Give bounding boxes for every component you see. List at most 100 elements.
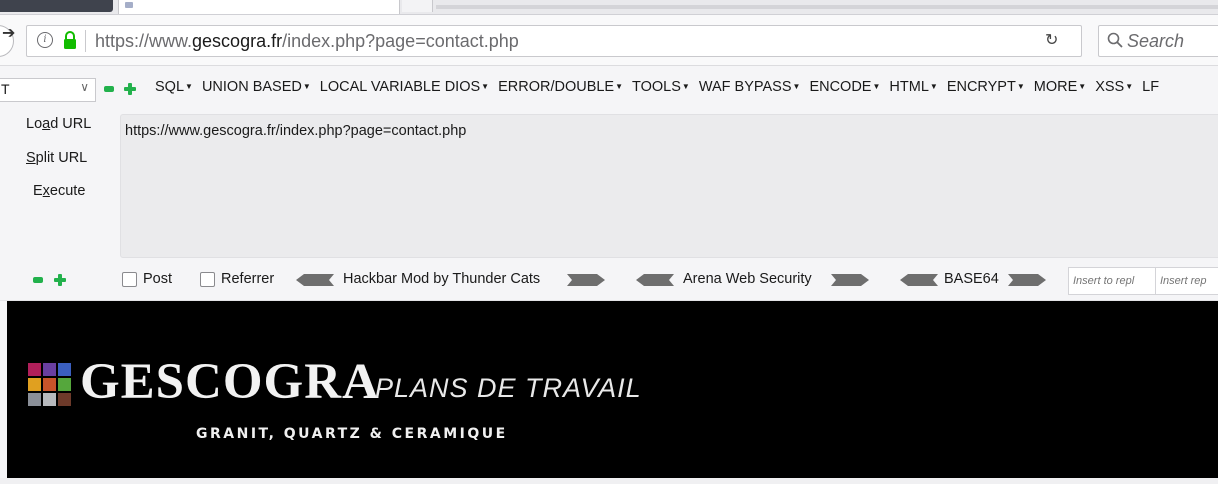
- arrow-left-icon[interactable]: [296, 274, 334, 286]
- hackbar-toolbar: T ∨ SQL▼ UNION BASED▼ LOCAL VARIABLE DIO…: [0, 66, 1218, 110]
- info-icon[interactable]: i: [37, 32, 53, 48]
- menu-label: WAF BYPASS: [698, 79, 792, 95]
- referrer-label: Referrer: [221, 271, 275, 287]
- site-header: GESCOGRA PLANS DE TRAVAIL GRANIT, QUARTZ…: [7, 301, 1218, 478]
- menu-lfi[interactable]: LF: [1142, 79, 1159, 95]
- load-url-button[interactable]: Load URL: [26, 116, 91, 132]
- search-box[interactable]: Search: [1098, 25, 1218, 57]
- menu-xss[interactable]: XSS▼: [1095, 79, 1133, 95]
- arrow-right-icon[interactable]: [567, 274, 605, 286]
- caret-down-icon: ▼: [185, 82, 193, 91]
- url-separator: [85, 30, 86, 52]
- tab-favicon-icon: [125, 2, 133, 8]
- caret-down-icon: ▼: [615, 82, 624, 91]
- menu-encode[interactable]: ENCODE▼: [809, 79, 880, 95]
- back-arrow-icon: ➔: [2, 25, 16, 42]
- search-placeholder: Search: [1127, 31, 1185, 51]
- caret-down-icon: ▼: [872, 82, 881, 91]
- caret-down-icon: ▼: [1125, 82, 1134, 91]
- menu-union-based[interactable]: UNION BASED▼: [202, 79, 311, 95]
- menu-label: SQL: [155, 79, 185, 95]
- menu-sql[interactable]: SQL▼: [155, 79, 193, 95]
- page-gutter: [0, 301, 7, 484]
- plus-icon[interactable]: [124, 83, 136, 95]
- load-url-label-part: d URL: [50, 116, 92, 132]
- url-textarea[interactable]: https://www.gescogra.fr/index.php?page=c…: [120, 114, 1218, 258]
- logo-tagline: PLANS DE TRAVAIL: [375, 373, 642, 403]
- logo-subtitle: GRANIT, QUARTZ & CERAMIQUE: [196, 426, 508, 442]
- minus-icon[interactable]: [33, 277, 43, 283]
- navigation-bar: ➔ i https://www.gescogra.fr/index.php?pa…: [0, 15, 1218, 66]
- menu-label: UNION BASED: [201, 79, 302, 95]
- post-checkbox[interactable]: [122, 272, 137, 287]
- menu-local-variable-dios[interactable]: LOCAL VARIABLE DIOS▼: [320, 79, 489, 95]
- chevron-down-icon: ∨: [80, 80, 89, 94]
- menu-label: LF: [1142, 79, 1160, 95]
- execute-label-part: E: [33, 183, 43, 199]
- hackbar-body: Load URL Split URL Execute https://www.g…: [0, 110, 1218, 260]
- menu-waf-bypass[interactable]: WAF BYPASS▼: [699, 79, 801, 95]
- split-url-accesskey: S: [26, 150, 36, 166]
- menu-label: ENCODE: [809, 79, 872, 95]
- page-bottom-strip: [0, 478, 1218, 484]
- hackbar-options: Post Referrer Hackbar Mod by Thunder Cat…: [0, 260, 1218, 301]
- menu-label: XSS: [1095, 79, 1125, 95]
- caret-down-icon: ▼: [1016, 82, 1025, 91]
- version-select-value: T: [1, 81, 10, 97]
- banner-thunder-cats: Hackbar Mod by Thunder Cats: [343, 271, 541, 287]
- tab-inactive[interactable]: [0, 0, 113, 12]
- caret-down-icon: ▼: [792, 82, 801, 91]
- menu-label: ENCRYPT: [946, 79, 1016, 95]
- execute-label-part: ecute: [49, 183, 86, 199]
- execute-accesskey: x: [42, 183, 50, 199]
- hackbar-menu: SQL▼ UNION BASED▼ LOCAL VARIABLE DIOS▼ E…: [155, 79, 1168, 95]
- load-url-accesskey: a: [42, 116, 51, 132]
- plus-icon[interactable]: [54, 274, 66, 286]
- lock-icon[interactable]: [63, 30, 77, 50]
- menu-label: ERROR/DOUBLE: [498, 79, 615, 95]
- menu-encrypt[interactable]: ENCRYPT▼: [947, 79, 1025, 95]
- caret-down-icon: ▼: [302, 82, 311, 91]
- menu-error-double[interactable]: ERROR/DOUBLE▼: [498, 79, 623, 95]
- menu-label: TOOLS: [632, 79, 681, 95]
- url-prefix: https://www.: [95, 31, 193, 51]
- arrow-right-icon[interactable]: [831, 274, 869, 286]
- menu-html[interactable]: HTML▼: [889, 79, 937, 95]
- url-textarea-value: https://www.gescogra.fr/index.php?page=c…: [125, 123, 467, 139]
- tab-strip: [0, 0, 1218, 15]
- url-host: gescogra.fr: [192, 31, 283, 51]
- new-tab-button[interactable]: [402, 0, 433, 12]
- split-url-button[interactable]: Split URL: [26, 150, 87, 166]
- minus-icon[interactable]: [104, 86, 114, 92]
- caret-down-icon: ▼: [1078, 82, 1087, 91]
- caret-down-icon: ▼: [929, 82, 938, 91]
- menu-tools[interactable]: TOOLS▼: [632, 79, 690, 95]
- banner-base64: BASE64: [944, 271, 999, 287]
- insert-replace-input[interactable]: [1068, 267, 1156, 295]
- tab-active[interactable]: [118, 0, 400, 14]
- logo-wordmark[interactable]: GESCOGRA: [80, 353, 380, 411]
- url-text[interactable]: https://www.gescogra.fr/index.php?page=c…: [95, 31, 519, 52]
- tab-strip-background: [436, 5, 1218, 9]
- menu-more[interactable]: MORE▼: [1034, 79, 1086, 95]
- reload-icon[interactable]: ↻: [1045, 30, 1058, 50]
- arrow-left-icon[interactable]: [636, 274, 674, 286]
- insert-replace-input[interactable]: [1155, 267, 1218, 295]
- url-bar[interactable]: i https://www.gescogra.fr/index.php?page…: [26, 25, 1082, 57]
- execute-button[interactable]: Execute: [33, 183, 85, 199]
- menu-label: LOCAL VARIABLE DIOS: [319, 79, 481, 95]
- version-select[interactable]: T ∨: [0, 78, 96, 102]
- post-label: Post: [143, 271, 173, 287]
- search-icon: [1107, 32, 1123, 48]
- arrow-right-icon[interactable]: [1008, 274, 1046, 286]
- caret-down-icon: ▼: [481, 82, 490, 91]
- logo-mosaic-icon: [28, 363, 72, 407]
- referrer-checkbox[interactable]: [200, 272, 215, 287]
- arrow-left-icon[interactable]: [900, 274, 938, 286]
- menu-label: HTML: [889, 79, 929, 95]
- caret-down-icon: ▼: [681, 82, 690, 91]
- menu-label: MORE: [1033, 79, 1078, 95]
- load-url-label-part: Lo: [26, 116, 43, 132]
- url-path: /index.php?page=contact.php: [282, 31, 519, 51]
- split-url-label-part: plit URL: [35, 150, 88, 166]
